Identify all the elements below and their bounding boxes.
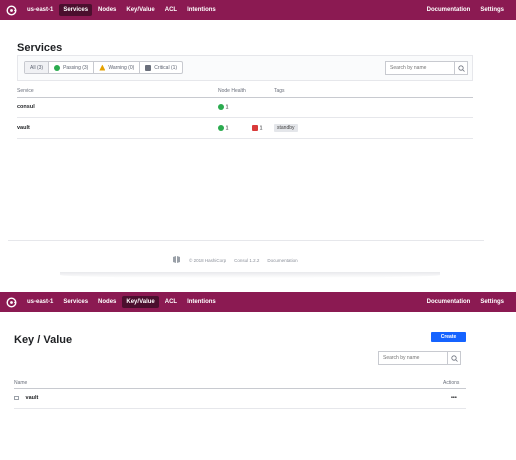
passing-count: 1 xyxy=(225,125,229,132)
nav-datacenter[interactable]: us-east-1 xyxy=(23,296,57,308)
filter-passing-label: Passing (3) xyxy=(63,64,89,71)
nav-nodes[interactable]: Nodes xyxy=(94,4,120,16)
services-screen: us-east-1 Services Nodes Key/Value ACL I… xyxy=(0,0,516,284)
footer: © 2018 HashiCorp Consul 1.2.2 Documentat… xyxy=(172,256,306,264)
service-name-vault[interactable]: vault xyxy=(17,125,30,131)
node-health-passing: 1 xyxy=(218,104,229,110)
node-health-critical: 1 xyxy=(252,125,263,131)
nav-acl[interactable]: ACL xyxy=(161,4,181,16)
search-input[interactable] xyxy=(379,352,448,364)
passing-count: 1 xyxy=(225,104,229,111)
nav-intentions[interactable]: Intentions xyxy=(183,296,220,308)
consul-logo-icon[interactable] xyxy=(6,296,17,308)
folder-icon xyxy=(14,395,19,400)
footer-documentation-link[interactable]: Documentation xyxy=(267,258,297,263)
nav-acl[interactable]: ACL xyxy=(161,296,181,308)
footer-copyright: © 2018 HashiCorp xyxy=(189,257,227,263)
filter-critical[interactable]: Critical (1) xyxy=(140,62,182,73)
filter-warning-label: Warning (0) xyxy=(108,64,135,71)
nav-settings[interactable]: Settings xyxy=(476,4,508,16)
check-circle-icon xyxy=(218,125,224,131)
nav-settings[interactable]: Settings xyxy=(476,296,508,308)
filter-all[interactable]: All (3) xyxy=(25,62,50,73)
critical-count: 1 xyxy=(259,125,263,132)
critical-icon xyxy=(145,64,152,71)
nav-key-value[interactable]: Key/Value xyxy=(122,4,158,16)
create-button[interactable]: Create xyxy=(431,332,466,342)
kv-name: vault xyxy=(25,395,39,401)
tag-badge: standby xyxy=(274,124,298,132)
page-title: Services xyxy=(17,42,63,54)
nav-nodes[interactable]: Nodes xyxy=(94,296,120,308)
search-icon[interactable] xyxy=(447,352,460,364)
filter-warning[interactable]: Warning (0) xyxy=(94,62,141,73)
consul-logo-icon[interactable] xyxy=(6,4,17,16)
filter-passing[interactable]: Passing (3) xyxy=(49,62,95,73)
search-box xyxy=(378,351,461,365)
check-circle-icon xyxy=(218,104,224,110)
nav-services[interactable]: Services xyxy=(59,4,93,16)
column-name: Name xyxy=(14,380,28,386)
nav-documentation[interactable]: Documentation xyxy=(423,4,475,16)
nav-documentation[interactable]: Documentation xyxy=(423,296,475,308)
tag-list: standby xyxy=(274,124,298,132)
actions-menu-icon[interactable]: ••• xyxy=(451,395,457,401)
page-shadow xyxy=(60,272,440,278)
column-actions: Actions xyxy=(443,380,460,386)
top-nav: us-east-1 Services Nodes Key/Value ACL I… xyxy=(0,0,516,20)
column-service: Service xyxy=(17,88,34,94)
search-input[interactable] xyxy=(386,62,455,74)
kv-row[interactable]: vault xyxy=(14,395,38,401)
column-tags: Tags xyxy=(274,88,285,94)
nav-intentions[interactable]: Intentions xyxy=(183,4,220,16)
search-box xyxy=(385,61,468,75)
hashicorp-logo-icon xyxy=(172,256,181,264)
check-circle-icon xyxy=(54,64,61,71)
nav-datacenter[interactable]: us-east-1 xyxy=(23,4,57,16)
nav-services[interactable]: Services xyxy=(59,296,92,308)
node-health-passing: 1 xyxy=(218,125,229,131)
search-icon[interactable] xyxy=(454,62,467,74)
warning-icon xyxy=(99,64,106,71)
critical-x-icon xyxy=(252,125,258,131)
filter-critical-label: Critical (1) xyxy=(154,64,178,71)
footer-version: Consul 1.2.2 xyxy=(234,257,260,263)
page-title: Key / Value xyxy=(14,334,73,346)
health-filter-group: All (3) Passing (3) Warning (0) Critical… xyxy=(24,61,184,74)
column-node-health: Node Health xyxy=(218,88,246,94)
service-name-consul[interactable]: consul xyxy=(17,104,35,110)
nav-key-value[interactable]: Key/Value xyxy=(122,296,159,308)
top-nav: us-east-1 Services Nodes Key/Value ACL I… xyxy=(0,292,516,312)
key-value-screen: us-east-1 Services Nodes Key/Value ACL I… xyxy=(0,292,516,460)
